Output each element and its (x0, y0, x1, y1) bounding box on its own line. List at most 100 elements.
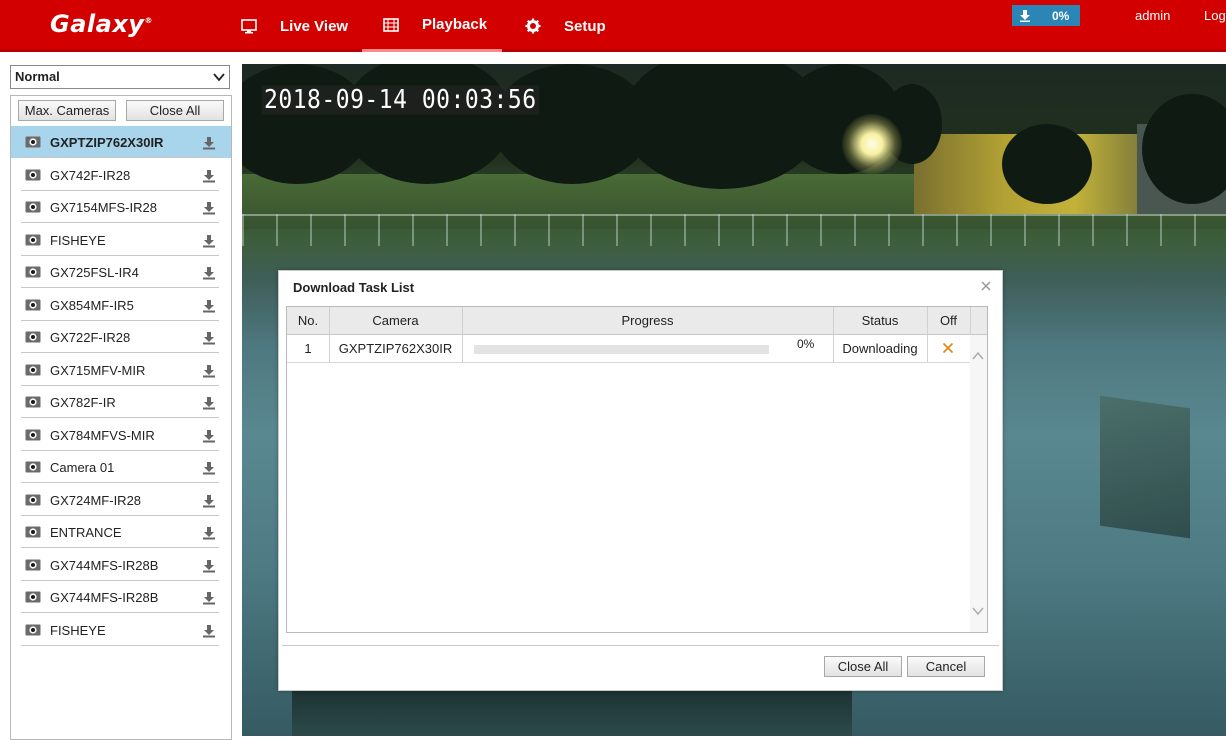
camera-list-item[interactable]: GX854MF-IR5 (11, 289, 231, 321)
dialog-title: Download Task List (293, 280, 415, 295)
camera-icon (25, 364, 41, 375)
close-icon[interactable] (979, 279, 993, 293)
table-scrollbar[interactable] (970, 335, 987, 632)
column-header-camera: Camera (372, 313, 419, 328)
camera-icon (25, 559, 41, 570)
camera-name: GX742F-IR28 (50, 167, 131, 183)
dialog-divider (282, 645, 999, 646)
mode-select-value: Normal (15, 69, 60, 84)
chevron-down-icon[interactable] (972, 605, 984, 617)
video-dumpster (1100, 395, 1190, 539)
camera-icon (25, 591, 41, 603)
download-icon[interactable] (202, 364, 216, 378)
dialog-close-all-button[interactable]: Close All (824, 656, 902, 677)
camera-name: GXPTZIP762X30IR (50, 135, 164, 150)
camera-list-item[interactable]: GX722F-IR28 (11, 321, 231, 353)
row-divider (21, 644, 219, 646)
video-timestamp: 2018-09-14 00:03:56 (262, 85, 539, 115)
camera-icon (25, 526, 41, 538)
camera-icon (25, 266, 41, 278)
download-icon[interactable] (202, 494, 216, 508)
table-row[interactable]: 1 GXPTZIP762X30IR 0% Downloading (287, 335, 970, 363)
camera-list-box: Max. Cameras Close All GXPTZIP762X30IR GX… (10, 95, 232, 740)
video-street-lamp (842, 114, 902, 174)
camera-icon (25, 136, 41, 148)
download-icon[interactable] (202, 136, 216, 150)
video-rail (292, 689, 852, 736)
download-task-dialog: Download Task List No. Camera Progress S… (278, 270, 1003, 691)
camera-icon (25, 234, 41, 245)
camera-name: GX784MFVS-MIR (50, 427, 155, 443)
camera-icon (25, 624, 41, 635)
download-progress-badge[interactable]: 0% (1012, 5, 1080, 26)
logout-link[interactable]: Log (1204, 8, 1226, 23)
top-bar: Galaxy® Live View Playback Setup 0% admi… (0, 0, 1226, 52)
column-header-off: Off (939, 313, 958, 328)
tab-setup[interactable]: Setup (524, 0, 606, 52)
download-icon[interactable] (202, 461, 216, 475)
cell-camera: GXPTZIP762X30IR (338, 341, 453, 356)
video-tree (342, 64, 512, 184)
cell-no: 1 (304, 341, 312, 356)
download-icon[interactable] (202, 591, 216, 605)
download-icon[interactable] (202, 169, 216, 183)
camera-list-item[interactable]: GX7154MFS-IR28 (11, 191, 231, 223)
gear-icon (524, 17, 542, 35)
camera-name: GX854MF-IR5 (50, 297, 134, 313)
camera-list-item[interactable]: GXPTZIP762X30IR (11, 126, 231, 158)
camera-list-item[interactable]: GX784MFVS-MIR (11, 419, 231, 451)
film-icon (382, 16, 400, 34)
download-icon[interactable] (202, 266, 216, 280)
download-icon[interactable] (202, 234, 216, 248)
tab-setup-label: Setup (564, 17, 606, 35)
download-icon[interactable] (202, 396, 216, 410)
camera-list-item[interactable]: GX782F-IR (11, 386, 231, 418)
camera-icon (25, 461, 41, 473)
camera-name: FISHEYE (50, 622, 106, 638)
cell-progress-text: 0% (797, 337, 815, 351)
download-icon[interactable] (202, 559, 216, 573)
download-icon (1020, 9, 1030, 22)
close-all-cameras-button[interactable]: Close All (126, 100, 224, 121)
mode-select[interactable]: Normal (10, 65, 230, 89)
column-divider (970, 307, 971, 335)
username[interactable]: admin (1135, 8, 1170, 23)
camera-icon (25, 396, 41, 408)
chevron-up-icon[interactable] (972, 350, 984, 362)
dialog-cancel-button[interactable]: Cancel (907, 656, 985, 677)
cancel-download-icon[interactable] (942, 342, 954, 354)
camera-name: GX7154MFS-IR28 (50, 200, 157, 215)
download-icon[interactable] (202, 526, 216, 540)
download-progress-text: 0% (1052, 8, 1070, 23)
camera-list-item[interactable]: Camera 01 (11, 451, 231, 483)
cell-status: Downloading (842, 341, 918, 356)
camera-list-item[interactable]: FISHEYE (11, 614, 231, 646)
camera-list-item[interactable]: ENTRANCE (11, 516, 231, 548)
camera-name: GX744MFS-IR28B (50, 590, 159, 605)
monitor-icon (240, 17, 258, 35)
download-icon[interactable] (202, 201, 216, 215)
camera-name: GX744MFS-IR28B (50, 557, 159, 573)
download-icon[interactable] (202, 331, 216, 345)
camera-list-item[interactable]: GX744MFS-IR28B (11, 549, 231, 581)
download-icon[interactable] (202, 429, 216, 443)
tab-live-view[interactable]: Live View (240, 0, 348, 52)
camera-list-item[interactable]: FISHEYE (11, 224, 231, 256)
camera-icon (25, 429, 41, 440)
download-task-table: No. Camera Progress Status Off 1 GXPTZIP… (286, 306, 988, 633)
logo: Galaxy® (50, 10, 153, 38)
camera-panel: Normal Max. Cameras Close All GXPTZIP762… (0, 55, 240, 740)
tab-live-view-label: Live View (280, 17, 349, 35)
column-header-status: Status (861, 313, 899, 328)
camera-list-item[interactable]: GX725FSL-IR4 (11, 256, 231, 288)
camera-name: FISHEYE (50, 232, 106, 248)
camera-list-item[interactable]: GX744MFS-IR28B (11, 581, 231, 613)
max-cameras-button[interactable]: Max. Cameras (18, 100, 116, 121)
tab-playback[interactable]: Playback (362, 0, 502, 52)
camera-name: ENTRANCE (50, 525, 122, 540)
download-icon[interactable] (202, 624, 216, 638)
camera-list-item[interactable]: GX742F-IR28 (11, 159, 231, 191)
camera-list-item[interactable]: GX724MF-IR28 (11, 484, 231, 516)
camera-list-item[interactable]: GX715MFV-MIR (11, 354, 231, 386)
download-icon[interactable] (202, 299, 216, 313)
